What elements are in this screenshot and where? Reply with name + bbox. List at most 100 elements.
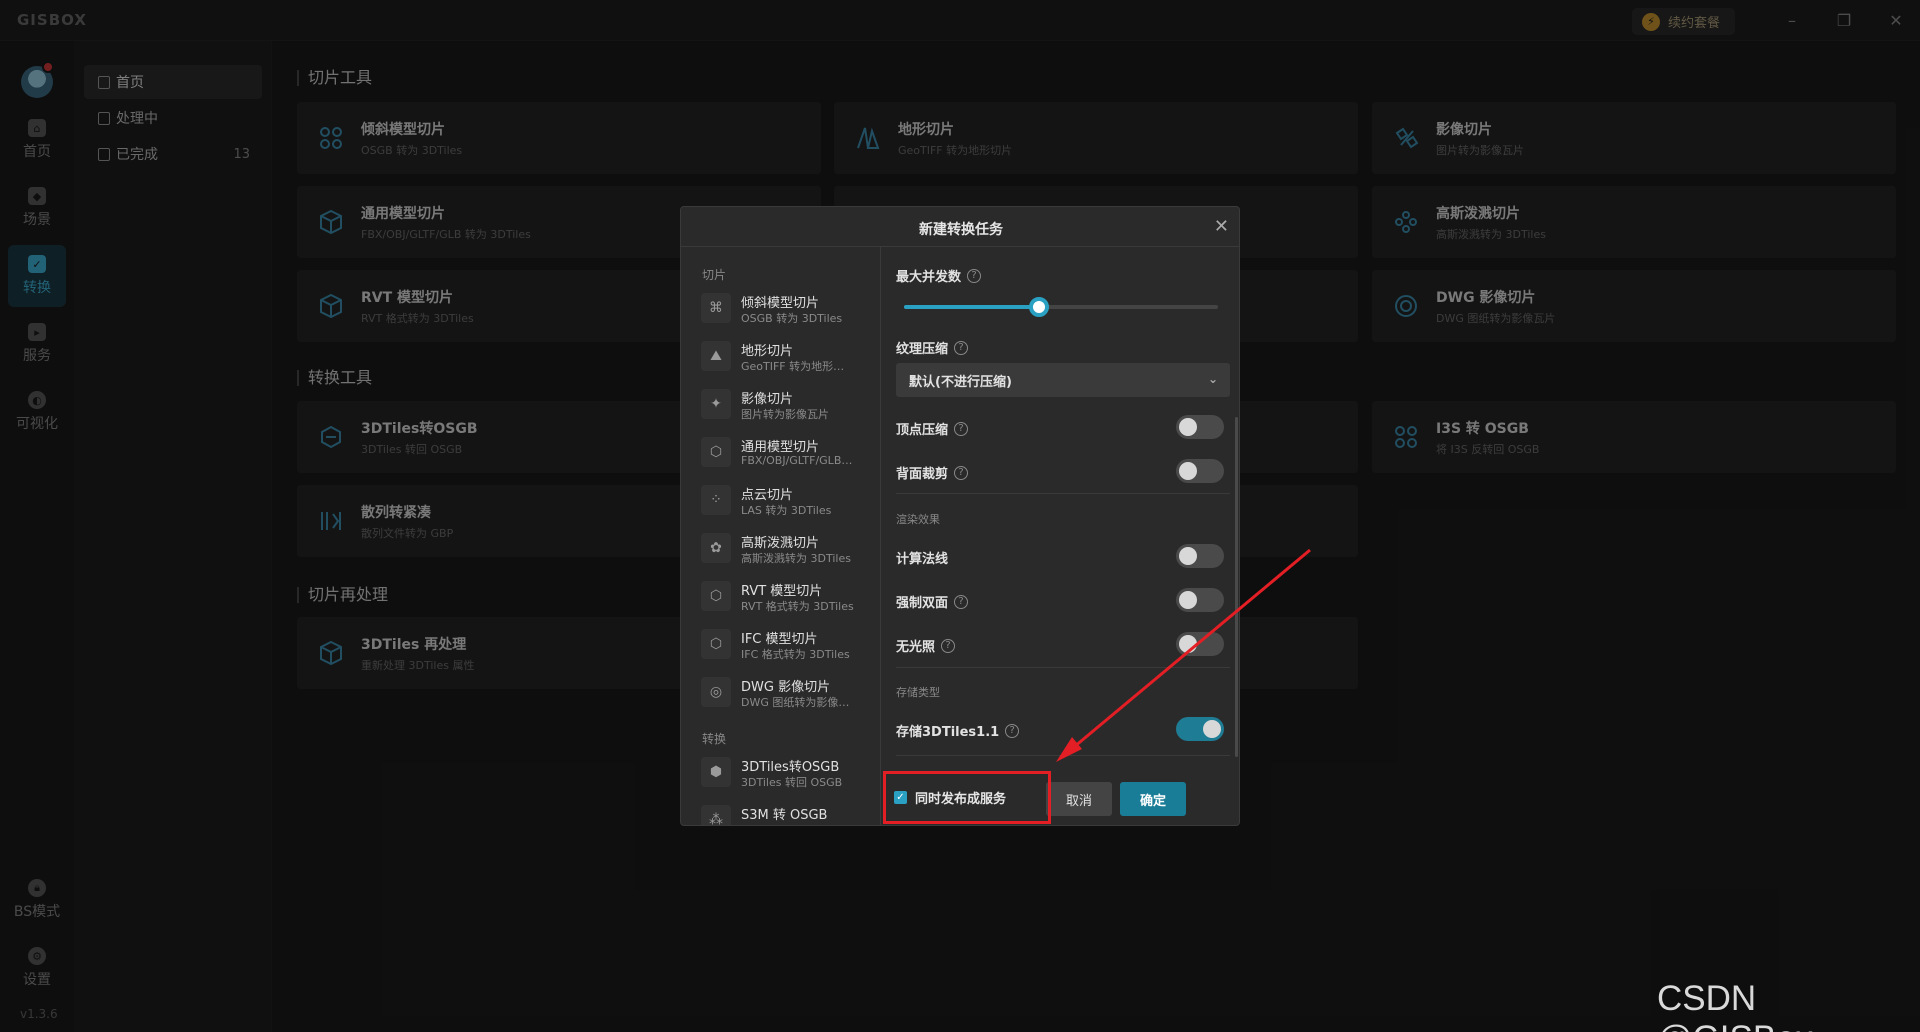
list-item-title: 影像切片	[741, 392, 794, 407]
compute-normals-text: 计算法线	[896, 552, 949, 567]
help-icon[interactable]: ?	[954, 421, 969, 436]
list-item-title: 点云切片	[741, 488, 794, 503]
list-item-generic-model[interactable]: ⬡ 通用模型切片 FBX/OBJ/GLTF/GLB…	[701, 431, 876, 473]
help-icon[interactable]: ?	[967, 268, 982, 283]
texture-compression-select[interactable]: 默认(不进行压缩) ⌄	[896, 363, 1230, 397]
dwg-icon: ◎	[701, 677, 731, 707]
vertex-compression-toggle[interactable]	[1176, 415, 1224, 439]
list-item-subtitle: 3DTiles 转回 OSGB	[741, 776, 843, 789]
texture-compression-label: 纹理压缩 ?	[896, 338, 969, 357]
list-item-gaussian[interactable]: ✿ 高斯泼溅切片 高斯泼溅转为 3DTiles	[701, 527, 876, 569]
task-options-panel: 最大并发数 ? 纹理压缩 ? 默认(不进行压缩) ⌄ 顶点压缩 ? 背面裁剪 ?…	[882, 247, 1239, 767]
list-item-subtitle: LAS 转为 3DTiles	[741, 504, 832, 517]
help-icon[interactable]: ?	[1005, 723, 1020, 738]
help-icon[interactable]: ?	[954, 465, 969, 480]
list-item-terrain[interactable]: ⛰ 地形切片 GeoTIFF 转为地形…	[701, 335, 876, 377]
imagery-icon: ✦	[701, 389, 731, 419]
store-3dtiles11-toggle[interactable]	[1176, 717, 1224, 741]
terrain-icon: ⛰	[701, 341, 731, 371]
dialog-title: 新建转换任务	[919, 222, 1003, 238]
list-item-point-cloud[interactable]: ⁘ 点云切片 LAS 转为 3DTiles	[701, 479, 876, 521]
list-item-subtitle: 图片转为影像瓦片	[741, 408, 829, 421]
divider	[896, 493, 1230, 494]
chevron-down-icon: ⌄	[1207, 372, 1218, 386]
list-item-3dtiles-to-osgb[interactable]: ⬢ 3DTiles转OSGB 3DTiles 转回 OSGB	[701, 751, 876, 793]
help-icon[interactable]: ?	[954, 340, 969, 355]
vertex-compression-label: 顶点压缩 ?	[896, 419, 969, 438]
s3m-icon: ⁂	[701, 805, 731, 825]
toggle-knob	[1179, 547, 1197, 565]
close-icon[interactable]: ✕	[1214, 216, 1229, 237]
max-concurrency-text: 最大并发数	[896, 270, 962, 285]
list-item-title: 通用模型切片	[741, 440, 820, 455]
ifc-cube-icon: ⬡	[701, 629, 731, 659]
list-item-s3m-to-osgb[interactable]: ⁂ S3M 转 OSGB	[701, 799, 876, 825]
list-item-title: IFC 模型切片	[741, 632, 818, 647]
list-item-ifc[interactable]: ⬡ IFC 模型切片 IFC 格式转为 3DTiles	[701, 623, 876, 665]
store-3dtiles11-text: 存储3DTiles1.1	[896, 725, 1000, 740]
unlit-toggle[interactable]	[1176, 632, 1224, 656]
toggle-knob	[1179, 635, 1197, 653]
help-icon[interactable]: ?	[941, 638, 956, 653]
unlit-text: 无光照	[896, 640, 936, 655]
task-type-list: 切片 ⌘ 倾斜模型切片 OSGB 转为 3DTiles ⛰ 地形切片 GeoTI…	[681, 247, 881, 825]
toggle-knob	[1203, 720, 1221, 738]
group-label-convert: 转换	[702, 732, 727, 746]
list-item-title: 倾斜模型切片	[741, 296, 820, 311]
help-icon[interactable]: ?	[954, 594, 969, 609]
dialog-header: 新建转换任务 ✕	[681, 207, 1239, 247]
list-item-subtitle: GeoTIFF 转为地形…	[741, 360, 845, 373]
oblique-model-icon: ⌘	[701, 293, 731, 323]
force-double-side-label: 强制双面 ?	[896, 592, 969, 611]
group-label-slice: 切片	[702, 268, 727, 282]
toggle-knob	[1179, 591, 1197, 609]
divider	[896, 667, 1230, 668]
list-item-subtitle: FBX/OBJ/GLTF/GLB…	[741, 454, 853, 467]
backface-culling-label: 背面裁剪 ?	[896, 463, 969, 482]
list-item-rvt[interactable]: ⬡ RVT 模型切片 RVT 格式转为 3DTiles	[701, 575, 876, 617]
vertex-compression-text: 顶点压缩	[896, 423, 949, 438]
list-item-title: S3M 转 OSGB	[741, 808, 828, 823]
gaussian-icon: ✿	[701, 533, 731, 563]
backface-culling-toggle[interactable]	[1176, 459, 1224, 483]
compute-normals-toggle[interactable]	[1176, 544, 1224, 568]
rvt-cube-icon: ⬡	[701, 581, 731, 611]
list-item-subtitle: DWG 图纸转为影像…	[741, 696, 850, 709]
list-item-subtitle: IFC 格式转为 3DTiles	[741, 648, 850, 661]
list-item-subtitle: OSGB 转为 3DTiles	[741, 312, 843, 325]
confirm-button[interactable]: 确定	[1120, 782, 1186, 816]
cube-icon: ⬡	[701, 437, 731, 467]
list-item-oblique[interactable]: ⌘ 倾斜模型切片 OSGB 转为 3DTiles	[701, 287, 876, 329]
point-cloud-icon: ⁘	[701, 485, 731, 515]
divider	[896, 755, 1230, 756]
watermark: CSDN @GISBox	[1657, 979, 1813, 1032]
list-item-title: 3DTiles转OSGB	[741, 760, 840, 775]
max-concurrency-slider-thumb[interactable]	[1029, 297, 1050, 317]
store-3dtiles11-label: 存储3DTiles1.1 ?	[896, 721, 1020, 740]
options-scrollbar[interactable]	[1235, 417, 1238, 757]
unlit-label: 无光照 ?	[896, 636, 956, 655]
force-double-side-toggle[interactable]	[1176, 588, 1224, 612]
list-item-title: RVT 模型切片	[741, 584, 823, 599]
list-item-subtitle: 高斯泼溅转为 3DTiles	[741, 552, 851, 565]
list-item-title: 高斯泼溅切片	[741, 536, 820, 551]
new-convert-task-dialog: 新建转换任务 ✕ 切片 ⌘ 倾斜模型切片 OSGB 转为 3DTiles ⛰ 地…	[680, 206, 1240, 826]
convert-3dtiles-icon: ⬢	[701, 757, 731, 787]
toggle-knob	[1179, 462, 1197, 480]
texture-compression-value: 默认(不进行压缩)	[909, 374, 1012, 390]
force-double-side-text: 强制双面	[896, 596, 949, 611]
list-item-dwg[interactable]: ◎ DWG 影像切片 DWG 图纸转为影像…	[701, 671, 876, 713]
texture-compression-text: 纹理压缩	[896, 342, 949, 357]
max-concurrency-label: 最大并发数 ?	[896, 266, 982, 285]
compute-normals-label: 计算法线	[896, 548, 948, 567]
cancel-button[interactable]: 取消	[1046, 782, 1112, 816]
storage-type-group-label: 存储类型	[896, 686, 940, 699]
backface-culling-text: 背面裁剪	[896, 467, 949, 482]
max-concurrency-slider-fill	[904, 305, 1040, 309]
list-item-title: DWG 影像切片	[741, 680, 831, 695]
toggle-knob	[1179, 418, 1197, 436]
list-item-subtitle: RVT 格式转为 3DTiles	[741, 600, 854, 613]
annotation-highlight-box	[883, 771, 1051, 824]
list-item-imagery[interactable]: ✦ 影像切片 图片转为影像瓦片	[701, 383, 876, 425]
render-effects-group-label: 渲染效果	[896, 513, 940, 526]
